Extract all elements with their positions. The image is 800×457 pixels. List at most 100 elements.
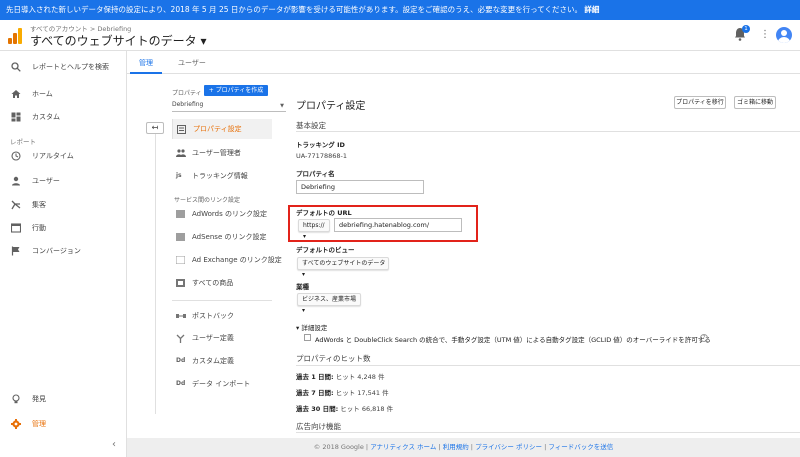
footer-link-feedback[interactable]: フィードバックを送信 — [548, 443, 613, 451]
nav-acquisition[interactable]: 集客 — [0, 194, 127, 216]
active-tab-indicator — [130, 72, 162, 74]
menu-property-settings-label: プロパティ設定 — [193, 125, 242, 133]
nav-audience[interactable]: ユーザー — [0, 170, 127, 192]
section-divider — [296, 131, 800, 132]
footer-link-terms[interactable]: 利用規約 — [443, 443, 469, 451]
menu-audience-definitions[interactable]: ユーザー定義 — [172, 328, 272, 348]
default-view-label: デフォルトのビュー — [296, 246, 355, 254]
property-selector[interactable]: Debriefing ▼ — [172, 101, 286, 112]
default-url-field[interactable]: debriefing.hatenablog.com/ — [334, 218, 462, 232]
footer-separator: | — [438, 443, 441, 451]
menu-all-products[interactable]: すべての商品 — [172, 273, 272, 293]
lightbulb-icon — [12, 394, 20, 404]
hits-value: ヒット 17,541 件 — [335, 389, 389, 397]
more-options-icon[interactable]: ⋮ — [760, 29, 770, 40]
collapse-nav-icon[interactable]: ‹ — [112, 439, 116, 450]
menu-custom-definitions[interactable]: Dd カスタム定義 — [172, 351, 272, 371]
footer-link-privacy[interactable]: プライバシー ポリシー — [475, 443, 542, 451]
audience-definition-icon — [176, 334, 185, 343]
default-view-dropdown[interactable]: すべてのウェブサイトのデータ ▾ — [297, 257, 389, 278]
adexchange-icon — [175, 255, 186, 265]
create-property-button[interactable]: + プロパティを作成 — [204, 85, 268, 96]
banner-details-link[interactable]: 詳細 — [584, 5, 599, 14]
footer-link-home[interactable]: アナリティクス ホーム — [370, 443, 436, 451]
nav-custom[interactable]: カスタム — [0, 106, 127, 128]
menu-data-import[interactable]: Dd データ インポート — [172, 374, 272, 394]
protocol-dropdown[interactable]: https:// ▾ — [298, 219, 330, 240]
footer-separator: | — [544, 443, 547, 451]
menu-tracking-info[interactable]: js トラッキング情報 — [172, 166, 272, 186]
menu-user-management[interactable]: ユーザー管理者 — [172, 143, 272, 163]
menu-adsense-label: AdSense のリンク設定 — [192, 233, 267, 241]
property-column-label: プロパティ — [172, 90, 202, 97]
footer-copyright: © 2018 Google | — [313, 443, 369, 451]
nav-custom-label: カスタム — [32, 113, 60, 121]
admin-tabs: 管理 ユーザー — [127, 51, 800, 74]
menu-adwords-linking[interactable]: AdWords のリンク設定 — [172, 204, 272, 224]
menu-custom-definitions-label: カスタム定義 — [192, 357, 234, 365]
industry-dropdown[interactable]: ビジネス、産業市場 ▾ — [297, 293, 361, 314]
analytics-logo-icon[interactable] — [8, 28, 22, 44]
hits-period: 過去 30 日間: — [296, 405, 339, 413]
custom-definition-icon: Dd — [176, 357, 186, 364]
menu-postbacks[interactable]: ポストバック — [172, 306, 272, 326]
gclid-override-label: AdWords と DoubleClick Search の統合で、手動タグ設定… — [315, 336, 711, 344]
advanced-settings-toggle[interactable]: ▾ 詳細設定 — [296, 322, 327, 332]
page-title: プロパティ設定 — [296, 101, 366, 112]
person-icon — [12, 176, 20, 186]
hits-row: 過去 30 日間: ヒット 66,818 件 — [296, 403, 393, 413]
hits-row: 過去 7 日間: ヒット 17,541 件 — [296, 387, 389, 397]
behavior-icon — [11, 223, 21, 233]
hits-period: 過去 1 日間: — [296, 373, 334, 381]
move-to-trash-button[interactable]: ゴミ箱に移動 — [734, 96, 776, 109]
gclid-override-checkbox[interactable] — [304, 334, 311, 341]
js-icon: js — [176, 172, 182, 179]
left-navigation: レポートとヘルプを検索 ホーム カスタム レポート リアルタイム ユーザー 集客… — [0, 51, 127, 457]
adsense-icon — [176, 233, 185, 241]
move-property-button[interactable]: プロパティを移行 — [674, 96, 726, 109]
product-linking-heading: サービス間のリンク設定 — [174, 197, 241, 204]
menu-property-settings[interactable]: プロパティ設定 — [172, 119, 272, 139]
menu-adexchange-linking[interactable]: Ad Exchange のリンク設定 — [172, 250, 282, 270]
nav-behavior[interactable]: 行動 — [0, 217, 127, 239]
menu-audience-definitions-label: ユーザー定義 — [192, 334, 234, 342]
notification-count-badge: 1 — [742, 25, 750, 33]
ad-features-heading: 広告向け機能 — [296, 422, 341, 431]
property-selector-value: Debriefing — [172, 101, 204, 108]
hits-row: 過去 1 日間: ヒット 4,248 件 — [296, 371, 384, 381]
menu-all-products-label: すべての商品 — [192, 279, 234, 287]
flag-icon — [11, 246, 20, 256]
nav-realtime[interactable]: リアルタイム — [0, 145, 127, 167]
menu-data-import-label: データ インポート — [192, 380, 251, 388]
basic-settings-heading: 基本設定 — [296, 121, 326, 130]
home-icon — [11, 90, 21, 98]
clock-icon — [11, 151, 21, 161]
property-name-field[interactable]: Debriefing — [296, 180, 424, 194]
acquisition-icon — [11, 200, 21, 210]
help-icon[interactable]: ? — [700, 334, 708, 342]
view-selector[interactable]: すべてのウェブサイトのデータ ▾ — [30, 32, 207, 49]
banner-text: 先日導入された新しいデータ保持の設定により、2018 年 5 月 25 日からの… — [6, 5, 583, 14]
menu-adsense-linking[interactable]: AdSense のリンク設定 — [172, 227, 272, 247]
search-icon — [11, 62, 21, 72]
nav-discover[interactable]: 発見 — [0, 388, 127, 410]
tab-admin[interactable]: 管理 — [139, 58, 153, 68]
notice-banner: 先日導入された新しいデータ保持の設定により、2018 年 5 月 25 日からの… — [0, 0, 800, 20]
settings-page-icon — [177, 125, 186, 134]
nav-admin[interactable]: 管理 — [0, 413, 127, 435]
column-divider — [155, 134, 156, 414]
menu-adwords-label: AdWords のリンク設定 — [192, 210, 267, 218]
nav-home[interactable]: ホーム — [0, 83, 127, 105]
nav-acquisition-label: 集客 — [32, 201, 46, 209]
nav-conversions[interactable]: コンバージョン — [0, 240, 127, 262]
nav-search-label: レポートとヘルプを検索 — [32, 63, 109, 71]
tab-user[interactable]: ユーザー — [178, 58, 206, 68]
avatar[interactable] — [776, 27, 792, 43]
nav-audience-label: ユーザー — [32, 177, 60, 185]
nav-search[interactable]: レポートとヘルプを検索 — [0, 56, 127, 78]
section-divider — [296, 365, 800, 366]
back-arrow-icon[interactable]: ↤ — [146, 122, 164, 134]
default-url-label: デフォルトの URL — [296, 209, 352, 217]
people-icon — [176, 149, 186, 157]
products-icon — [176, 279, 185, 287]
